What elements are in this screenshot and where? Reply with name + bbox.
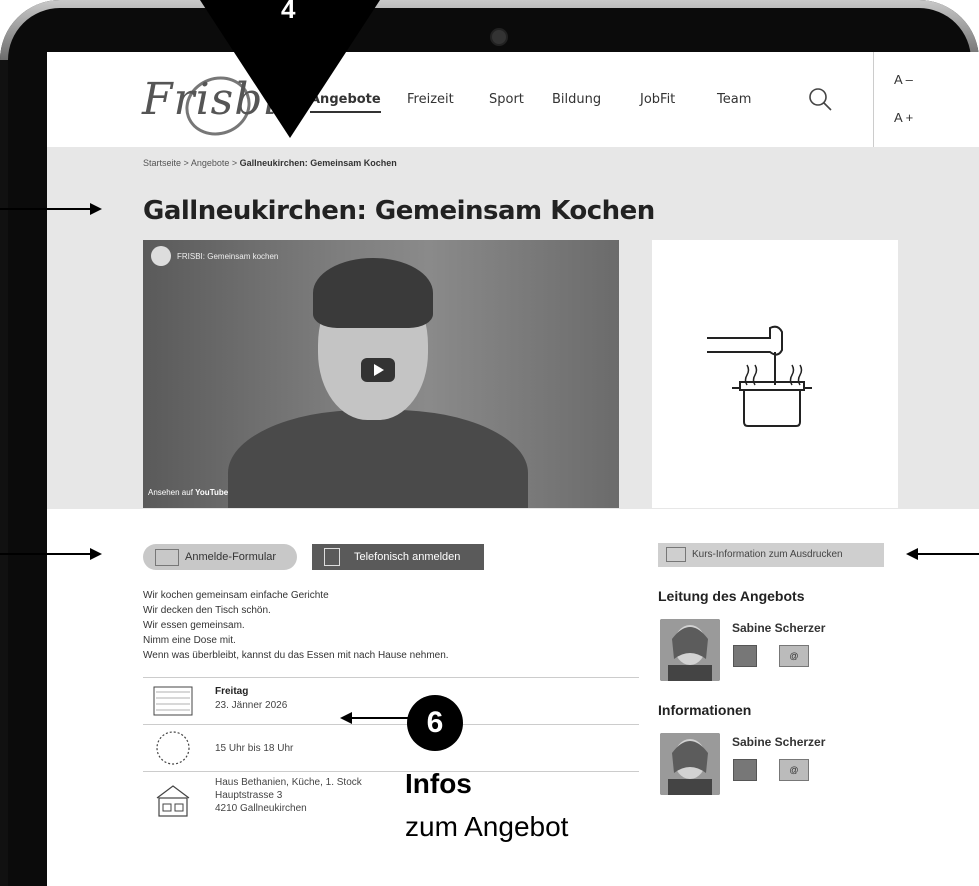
font-larger-button[interactable]: A + [894, 110, 913, 125]
font-size-controls: A – A + [873, 52, 979, 147]
description-line: Wir essen gemeinsam. [143, 620, 245, 631]
step-number-4: 4 [281, 0, 296, 24]
arrow-right-icon [90, 203, 102, 215]
calendar-icon [153, 686, 193, 716]
callout-title: Infos [405, 768, 472, 799]
video-player[interactable]: FRISBI: Gemeinsam kochen Ansehen auf You… [143, 240, 619, 508]
video-title[interactable]: FRISBI: Gemeinsam kochen [177, 252, 278, 261]
play-icon[interactable] [361, 358, 395, 382]
channel-avatar[interactable] [151, 246, 171, 266]
breadcrumb-angebote[interactable]: Angebote [191, 158, 230, 168]
arrow-line [0, 553, 90, 555]
phone-register-button[interactable]: Telefonisch anmelden [312, 544, 484, 570]
description-line: Nimm eine Dose mit. [143, 635, 236, 646]
video-person-body [228, 410, 528, 508]
location-line-3: 4210 Gallneukirchen [215, 803, 307, 814]
offer-description: Wir kochen gemeinsam einfache Gerichte W… [143, 588, 449, 663]
print-info-label: Kurs-Information zum Ausdrucken [692, 549, 843, 560]
book-icon [666, 547, 686, 562]
clock-icon [156, 731, 190, 765]
cooking-illustration [652, 240, 898, 508]
time-row: 15 Uhr bis 18 Uhr [143, 724, 639, 771]
arrow-line [918, 553, 979, 555]
info-name: Sabine Scherzer [732, 735, 826, 749]
arrow-right-icon [90, 548, 102, 560]
step-number-6: 6 [407, 695, 463, 751]
phone-icon[interactable] [733, 645, 757, 667]
description-line: Wir kochen gemeinsam einfache Gerichte [143, 590, 329, 601]
arrow-left-icon [906, 548, 918, 560]
location-line-1: Haus Bethanien, Küche, 1. Stock [215, 777, 362, 788]
watch-on-youtube[interactable]: Ansehen auf YouTube [148, 488, 228, 497]
cooking-pot-icon [707, 325, 812, 427]
camera-icon [490, 28, 508, 46]
nav-freizeit[interactable]: Freizeit [407, 92, 454, 107]
breadcrumb-separator: > [183, 158, 189, 168]
location-line-2: Hauptstrasse 3 [215, 790, 283, 801]
house-icon [156, 785, 190, 817]
registration-form-label: Anmelde-Formular [185, 551, 277, 563]
font-smaller-button[interactable]: A – [894, 72, 913, 87]
page-title: Gallneukirchen: Gemeinsam Kochen [143, 196, 655, 226]
event-date: 23. Jänner 2026 [215, 700, 288, 711]
nav-jobfit[interactable]: JobFit [640, 92, 675, 107]
info-heading: Informationen [658, 702, 752, 718]
arrow-left-icon [340, 712, 352, 724]
site-header: Frisbi Angebote Freizeit Sport Bildung J… [47, 52, 979, 147]
youtube-logo: YouTube [195, 488, 229, 497]
breadcrumb-home[interactable]: Startseite [143, 158, 181, 168]
nav-sport[interactable]: Sport [489, 92, 524, 107]
description-line: Wir decken den Tisch schön. [143, 605, 271, 616]
nav-bildung[interactable]: Bildung [552, 92, 601, 107]
arrow-line [0, 208, 90, 210]
phone-register-label: Telefonisch anmelden [354, 551, 461, 563]
email-icon[interactable]: @ [779, 759, 809, 781]
nav-team[interactable]: Team [717, 92, 751, 107]
registration-form-button[interactable]: Anmelde-Formular [143, 544, 297, 570]
breadcrumb-separator: > [231, 158, 238, 168]
print-info-button[interactable]: Kurs-Information zum Ausdrucken [658, 543, 884, 567]
phone-icon[interactable] [733, 759, 757, 781]
arrow-line [352, 717, 408, 719]
avatar [660, 619, 720, 681]
leitung-heading: Leitung des Angebots [658, 588, 805, 604]
screen: Frisbi Angebote Freizeit Sport Bildung J… [47, 52, 979, 886]
leitung-name: Sabine Scherzer [732, 621, 826, 635]
breadcrumb: Startseite > Angebote > Gallneukirchen: … [143, 158, 397, 168]
event-day: Freitag [215, 686, 249, 697]
email-icon[interactable]: @ [779, 645, 809, 667]
avatar [660, 733, 720, 795]
search-icon[interactable] [807, 86, 833, 112]
phone-icon [324, 548, 340, 566]
description-line: Wenn was überbleibt, kannst du das Essen… [143, 650, 449, 661]
form-icon [155, 549, 179, 566]
event-time: 15 Uhr bis 18 Uhr [215, 743, 294, 754]
breadcrumb-current: Gallneukirchen: Gemeinsam Kochen [239, 158, 397, 168]
video-person-hair [313, 258, 433, 328]
callout-subtitle: zum Angebot [405, 811, 569, 842]
watch-on-label: Ansehen auf [148, 488, 193, 497]
